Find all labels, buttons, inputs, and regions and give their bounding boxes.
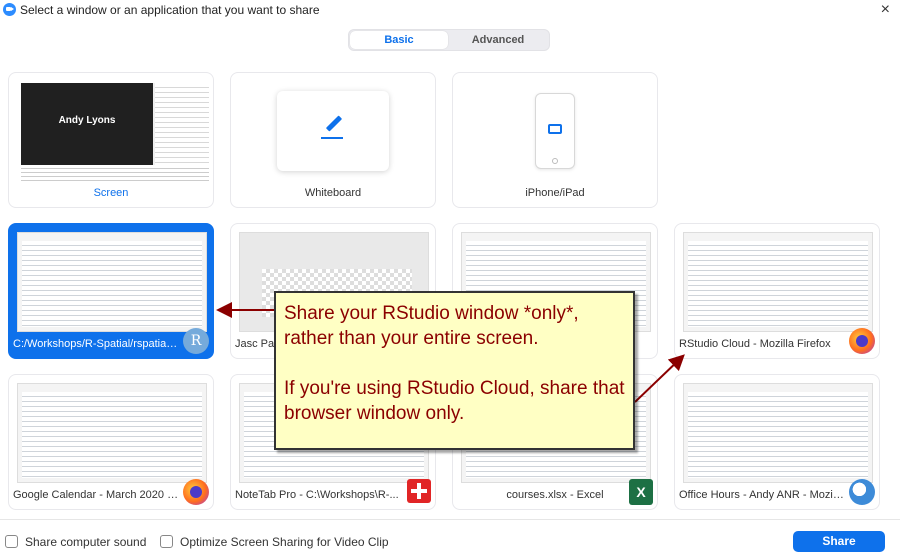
tab-advanced[interactable]: Advanced xyxy=(449,31,547,49)
phone-icon xyxy=(535,93,575,169)
tile-label: iPhone/iPad xyxy=(525,187,585,199)
share-tile-rstudio[interactable]: C:/Workshops/R-Spatial/rspatial_... R xyxy=(8,223,214,359)
firefox-icon xyxy=(849,328,875,354)
share-sound-label: Share computer sound xyxy=(25,535,147,549)
tile-label: Google Calendar - March 2020 - ... xyxy=(13,489,179,501)
airplay-icon xyxy=(548,124,562,134)
zoom-app-icon xyxy=(3,3,16,16)
window-thumbnail xyxy=(17,232,207,332)
share-tile-screen[interactable]: Andy Lyons Screen xyxy=(8,72,214,208)
share-tile-thunderbird[interactable]: Office Hours - Andy ANR - Mozill... xyxy=(674,374,880,510)
optimize-video-label: Optimize Screen Sharing for Video Clip xyxy=(180,535,389,549)
share-tile-iphone-ipad[interactable]: iPhone/iPad xyxy=(452,72,658,208)
whiteboard-preview xyxy=(277,91,389,171)
title-bar: Select a window or an application that y… xyxy=(0,0,900,22)
callout-line: Share your RStudio window *only*, xyxy=(284,303,579,324)
callout-line: rather than your entire screen. xyxy=(284,328,539,349)
share-tile-rstudio-cloud[interactable]: RStudio Cloud - Mozilla Firefox xyxy=(674,223,880,359)
share-tile-whiteboard[interactable]: Whiteboard xyxy=(230,72,436,208)
tile-label: RStudio Cloud - Mozilla Firefox xyxy=(679,338,831,350)
share-sound-checkbox[interactable] xyxy=(5,535,18,548)
pencil-icon xyxy=(325,115,343,132)
share-button[interactable]: Share xyxy=(793,531,885,552)
callout-line: If you're using RStudio Cloud, share tha… xyxy=(284,378,625,399)
video-preview: Andy Lyons xyxy=(21,83,153,165)
share-mode-tabs: Basic Advanced xyxy=(348,29,550,51)
tile-label: C:/Workshops/R-Spatial/rspatial_... xyxy=(13,338,179,350)
close-button[interactable]: × xyxy=(881,1,890,19)
share-tile-google-calendar[interactable]: Google Calendar - March 2020 - ... xyxy=(8,374,214,510)
tile-label: Screen xyxy=(93,187,129,199)
notetab-icon xyxy=(407,479,431,503)
window-thumbnail xyxy=(683,232,873,332)
rstudio-icon: R xyxy=(183,328,209,354)
tile-label: Whiteboard xyxy=(304,187,362,199)
tile-label: courses.xlsx - Excel xyxy=(506,489,604,501)
thunderbird-icon xyxy=(849,479,875,505)
screen-thumbnail: Andy Lyons xyxy=(21,83,209,181)
tile-label: NoteTab Pro - C:\Workshops\R-... xyxy=(235,489,399,501)
annotation-callout: Share your RStudio window *only*, rather… xyxy=(274,291,635,450)
window-title: Select a window or an application that y… xyxy=(20,3,320,17)
optimize-video-checkbox[interactable] xyxy=(160,535,173,548)
firefox-icon xyxy=(183,479,209,505)
excel-icon: X xyxy=(629,479,653,505)
footer-divider xyxy=(0,519,900,520)
callout-line: browser window only. xyxy=(284,403,465,424)
tile-label: Office Hours - Andy ANR - Mozill... xyxy=(679,489,845,501)
window-thumbnail xyxy=(683,383,873,483)
window-thumbnail xyxy=(17,383,207,483)
tab-basic[interactable]: Basic xyxy=(350,31,448,49)
participant-name: Andy Lyons xyxy=(58,115,116,126)
